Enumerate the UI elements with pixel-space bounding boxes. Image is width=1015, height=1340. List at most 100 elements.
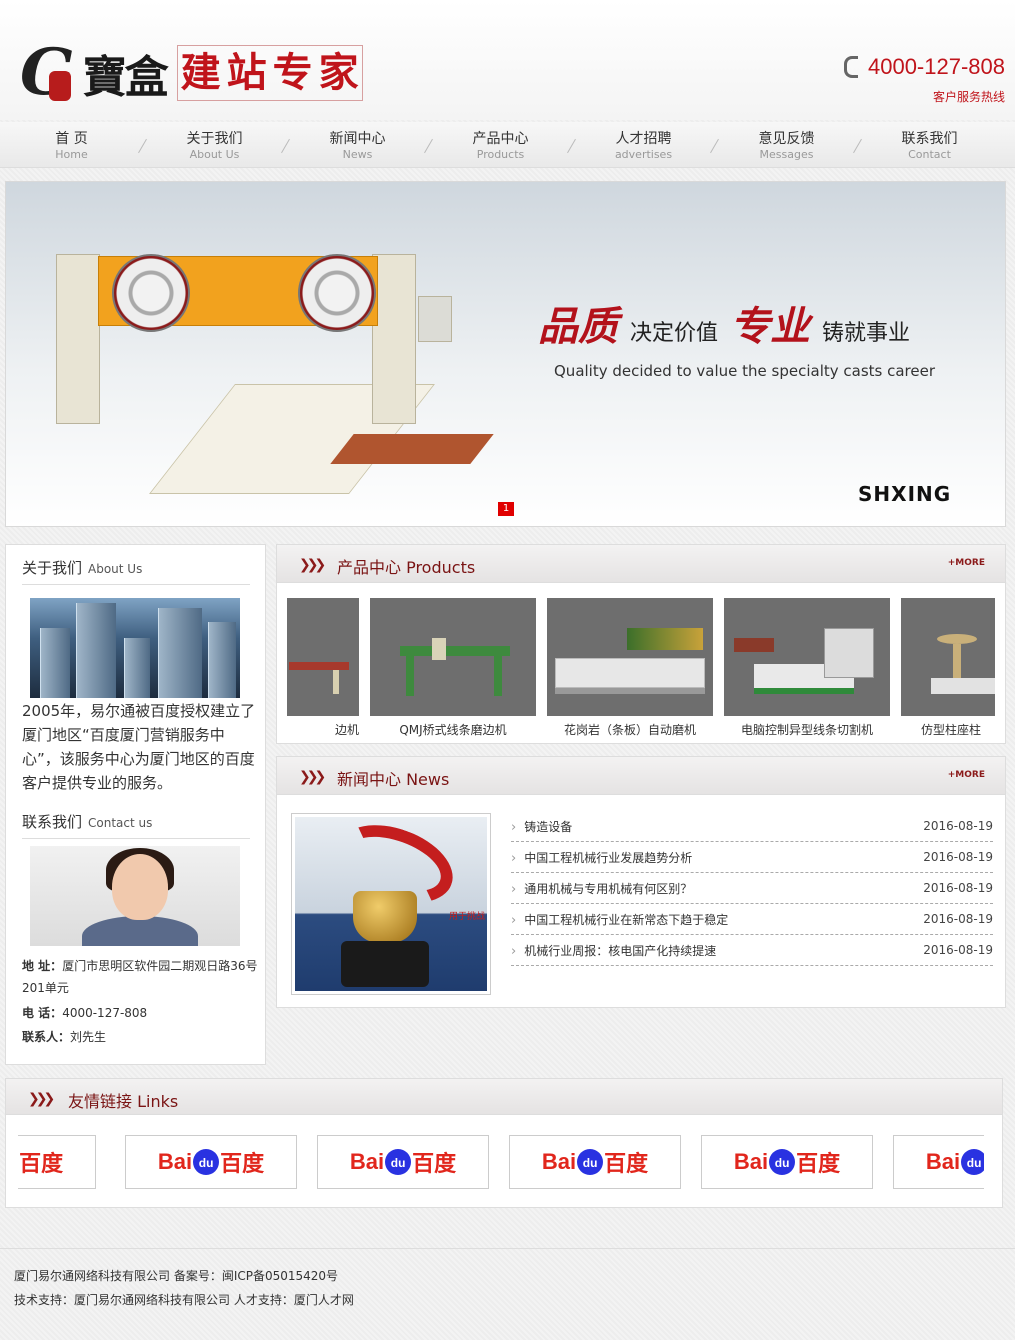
news-item-date: 2016-08-19	[923, 819, 993, 833]
nav-label: 产品中心	[472, 131, 529, 147]
nav-label: 人才招聘	[615, 131, 672, 147]
products-more-link[interactable]: +MORE	[948, 558, 985, 568]
news-item[interactable]: 中国工程机械行业在新常态下趋于稳定 2016-08-19	[511, 904, 993, 935]
contact-phone: 电 话：4000-127-808	[22, 1002, 258, 1024]
news-item-date: 2016-08-19	[923, 881, 993, 895]
contact-person: 联系人：刘先生	[22, 1026, 258, 1048]
news-item-title: 中国工程机械行业在新常态下趋于稳定	[511, 911, 728, 928]
baidu-text-bai: Bai	[157, 1149, 193, 1174]
phone-icon	[843, 56, 858, 78]
news-item[interactable]: 铸造设备 2016-08-19	[511, 811, 993, 842]
nav-item-news[interactable]: 新闻中心 News	[286, 122, 429, 168]
nav-item-products[interactable]: 产品中心 Products	[429, 122, 572, 168]
logo-slogan-char: 专	[272, 49, 313, 96]
nav-label-en: News	[342, 148, 373, 161]
baidu-logo: Baidu百度	[734, 1146, 840, 1178]
baidu-text-bai: Bai	[733, 1149, 769, 1174]
product-card[interactable]: 仿型柱座柱	[901, 598, 995, 738]
product-card[interactable]: 花岗岩（条板）自动磨机	[547, 598, 713, 738]
hotline-phone: 4000-127-808	[843, 54, 1005, 80]
link-logo-baidu[interactable]: Baidu百度	[509, 1135, 681, 1189]
nav-item-about[interactable]: 关于我们 About Us	[143, 122, 286, 168]
news-item-title: 铸造设备	[511, 818, 572, 835]
main-nav: 首 页 Home 关于我们 About Us 新闻中心 News 产品中心 Produc…	[0, 122, 1015, 168]
link-logo-baidu[interactable]: Baidu百度	[701, 1135, 873, 1189]
product-image	[287, 598, 359, 716]
news-item-date: 2016-08-19	[923, 943, 993, 957]
logo-slogan-char: 站	[226, 49, 267, 96]
chevrons-icon: ❯❯❯	[299, 557, 326, 573]
news-more-link[interactable]: +MORE	[948, 770, 985, 780]
news-item[interactable]: 机械行业周报：核电国产化持续提速 2016-08-19	[511, 935, 993, 966]
machine-control-panel	[418, 296, 452, 342]
person-label: 联系人：	[22, 1030, 71, 1044]
link-logo-baidu[interactable]: Baidu百度	[125, 1135, 297, 1189]
footer-line-1: 厦门易尔通网络科技有限公司 备案号：闽ICP备05015420号	[14, 1269, 339, 1283]
baidu-logo: Baidu百度	[158, 1146, 264, 1178]
site-logo[interactable]: G 寶盒 建 站 专 家	[20, 38, 400, 108]
header: G 寶盒 建 站 专 家 4000-127-808 客户服务热线	[0, 0, 1015, 120]
banner-brand: SHXING	[858, 482, 952, 506]
product-image	[901, 598, 995, 716]
nav-item-contact[interactable]: 联系我们 Contact	[858, 122, 1001, 168]
person-value: 刘先生	[70, 1030, 107, 1044]
nav-label-en: advertises	[614, 148, 673, 161]
product-card[interactable]: QMJ桥式线条磨边机	[370, 598, 536, 738]
product-name: 边机	[334, 723, 359, 737]
baidu-logo: Baidu百度	[542, 1146, 648, 1178]
hotline-label: 客户服务热线	[932, 90, 1005, 104]
product-name: QMJ桥式线条磨边机	[399, 723, 507, 737]
banner-headline-4: 铸就事业	[822, 321, 911, 346]
links-title: 友情链接 Links	[68, 1092, 179, 1111]
left-sidebar: 关于我们 About Us 2005年，易尔通被百度授权建立了厦门地区“百度厦门营…	[5, 544, 266, 1065]
nav-label: 意见反馈	[758, 131, 815, 147]
nav-label: 联系我们	[901, 131, 958, 147]
product-card[interactable]: 电脑控制异型线条切割机	[724, 598, 890, 738]
slide-indicator[interactable]: 1	[498, 502, 514, 516]
news-item-title: 中国工程机械行业发展趋势分析	[511, 849, 692, 866]
news-title: 新闻中心 News	[337, 770, 450, 789]
contact-title-en: Contact us	[88, 816, 153, 830]
logo-slogan: 建 站 专 家	[176, 45, 363, 101]
about-image	[30, 598, 240, 698]
link-logo-baidu[interactable]: Baidu百度	[317, 1135, 489, 1189]
hotline-number: 4000-127-808	[867, 54, 1005, 79]
baidu-paw-icon: du	[769, 1149, 796, 1175]
news-item-date: 2016-08-19	[923, 850, 993, 864]
products-title: 产品中心 Products	[337, 558, 476, 577]
product-image	[370, 598, 536, 716]
nav-item-home[interactable]: 首 页 Home	[0, 122, 143, 168]
news-item[interactable]: 通用机械与专用机械有何区别？ 2016-08-19	[511, 873, 993, 904]
product-image	[724, 598, 890, 716]
baidu-text-bai: Bai	[349, 1149, 385, 1174]
about-title-en: About Us	[88, 562, 143, 576]
logo-seal	[48, 71, 71, 101]
banner-headline-3: 专业	[730, 303, 811, 350]
news-photo[interactable]: 用于挑战	[291, 813, 491, 995]
news-item[interactable]: 中国工程机械行业发展趋势分析 2016-08-19	[511, 842, 993, 873]
baidu-logo: Baidu百度	[350, 1146, 456, 1178]
banner-headline-2: 决定价值	[630, 321, 719, 346]
hero-banner[interactable]: 品质 决定价值 专业 铸就事业 Quality decided to value…	[5, 181, 1006, 527]
baidu-text-cn: 百度	[604, 1151, 649, 1176]
news-list: 铸造设备2016-08-19 中国工程机械行业发展趋势分析2016-08-19 …	[511, 811, 993, 966]
nav-item-jobs[interactable]: 人才招聘 advertises	[572, 122, 715, 168]
baidu-text-cn: 百度	[796, 1151, 841, 1176]
logo-brand: 寶盒	[82, 52, 169, 103]
banner-headline-1: 品质	[538, 303, 618, 350]
chevrons-icon: ❯❯❯	[299, 769, 326, 785]
contact-image	[30, 846, 240, 946]
nav-label: 新闻中心	[329, 131, 386, 147]
baidu-logo: Baidu百度	[18, 1146, 63, 1178]
about-title: 关于我们 About Us	[22, 557, 250, 585]
baidu-paw-icon: du	[385, 1149, 412, 1175]
link-logo-baidu[interactable]: Baidu百度	[893, 1135, 984, 1189]
machine-wheel	[298, 254, 376, 332]
news-item-title: 机械行业周报：核电国产化持续提速	[511, 942, 716, 959]
news-photo-image: 用于挑战	[295, 817, 487, 991]
product-card[interactable]: 边机	[287, 598, 359, 738]
contact-title-cn: 联系我们	[22, 813, 83, 831]
nav-label-en: Contact	[908, 148, 951, 161]
nav-item-messages[interactable]: 意见反馈 Messages	[715, 122, 858, 168]
link-logo-baidu[interactable]: Baidu百度	[18, 1135, 96, 1189]
